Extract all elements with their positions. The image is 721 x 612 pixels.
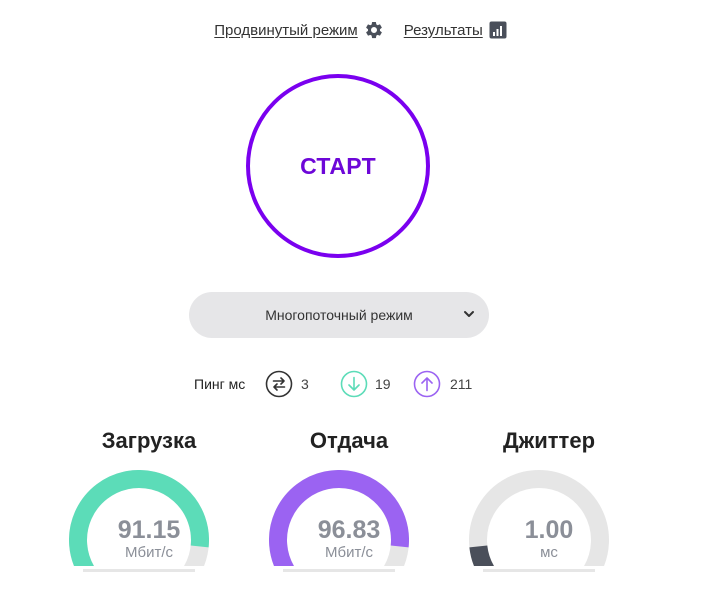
upload-arrow-icon — [413, 370, 441, 398]
jitter-metric: Джиттер 1.00 мс — [469, 428, 629, 578]
upload-value: 96.83 — [317, 516, 381, 544]
download-arrow-icon — [340, 370, 368, 398]
swap-arrows-icon — [265, 370, 293, 398]
advanced-mode-link[interactable]: Продвинутый режим — [214, 20, 383, 40]
upload-metric: Отдача 96.83 Мбит/с — [269, 428, 429, 578]
upload-title: Отдача — [309, 428, 389, 453]
gear-icon — [365, 21, 382, 39]
upload-unit: Мбит/с — [324, 544, 373, 561]
jitter-value: 1.00 — [524, 516, 574, 544]
bar-chart-icon — [489, 21, 507, 39]
ping-download-value: 19 — [375, 376, 391, 392]
results-link[interactable]: Результаты — [404, 21, 507, 39]
jitter-title: Джиттер — [502, 428, 596, 453]
upload-underline — [283, 569, 395, 572]
ping-label: Пинг мс — [194, 376, 246, 392]
mode-select[interactable]: Многопоточный режим — [189, 292, 489, 338]
mode-select-value: Многопоточный режим — [265, 307, 413, 323]
ping-upload-value: 211 — [450, 376, 473, 392]
start-button[interactable]: СТАРТ — [246, 74, 430, 258]
ping-row: Пинг мс 3 19 211 — [0, 370, 721, 400]
start-label: СТАРТ — [300, 152, 376, 179]
jitter-unit: мс — [540, 544, 558, 561]
results-label: Результаты — [403, 21, 483, 39]
download-unit: Мбит/с — [124, 544, 173, 561]
advanced-mode-label: Продвинутый режим — [214, 21, 358, 39]
jitter-underline — [483, 569, 595, 572]
top-navigation: Продвинутый режим Результаты — [0, 18, 721, 42]
ping-idle-value: 3 — [301, 376, 309, 392]
download-metric: Загрузка 91.15 Мбит/с — [69, 428, 229, 578]
download-underline — [83, 569, 195, 572]
download-value: 91.15 — [117, 516, 181, 544]
download-title: Загрузка — [101, 428, 197, 453]
chevron-down-icon — [464, 311, 474, 317]
